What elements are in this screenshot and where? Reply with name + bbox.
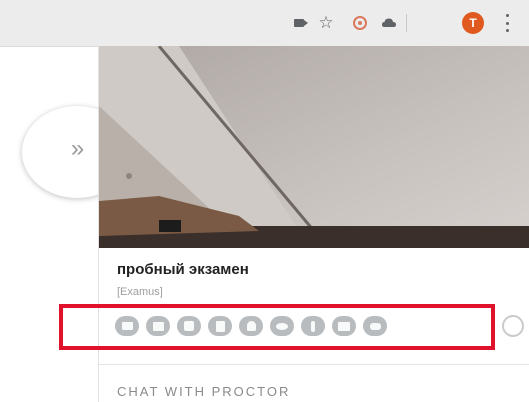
exam-title: пробный экзамен — [117, 261, 249, 278]
film-icon[interactable] — [177, 316, 201, 336]
extension-icon[interactable] — [352, 15, 368, 31]
exam-provider: [Examus] — [117, 286, 163, 298]
settings-icon[interactable] — [502, 315, 524, 337]
browser-toolbar: ☆ T — [0, 0, 529, 47]
eye-icon[interactable] — [270, 316, 294, 336]
profile-avatar[interactable]: T — [462, 12, 484, 34]
star-icon[interactable]: ☆ — [318, 14, 334, 31]
info-icon[interactable] — [301, 316, 325, 336]
chat-icon[interactable] — [363, 316, 387, 336]
calculator-icon[interactable] — [208, 316, 232, 336]
section-divider — [99, 364, 529, 365]
image-icon[interactable] — [146, 316, 170, 336]
proctor-panel: пробный экзамен [Examus] CHAT WITH PROCT… — [59, 46, 529, 402]
menu-kebab-icon[interactable] — [505, 14, 509, 32]
double-chevron-right-icon[interactable]: » — [56, 134, 96, 164]
toolbar-separator — [406, 14, 407, 32]
cloud-icon[interactable] — [381, 15, 397, 31]
webcam-video — [99, 46, 529, 248]
user-icon[interactable] — [239, 316, 263, 336]
chat-header: CHAT WITH PROCTOR — [117, 384, 291, 399]
tool-icon-row — [115, 316, 394, 336]
book-icon[interactable] — [332, 316, 356, 336]
screen-share-icon[interactable] — [115, 316, 139, 336]
camera-icon[interactable] — [291, 15, 308, 31]
